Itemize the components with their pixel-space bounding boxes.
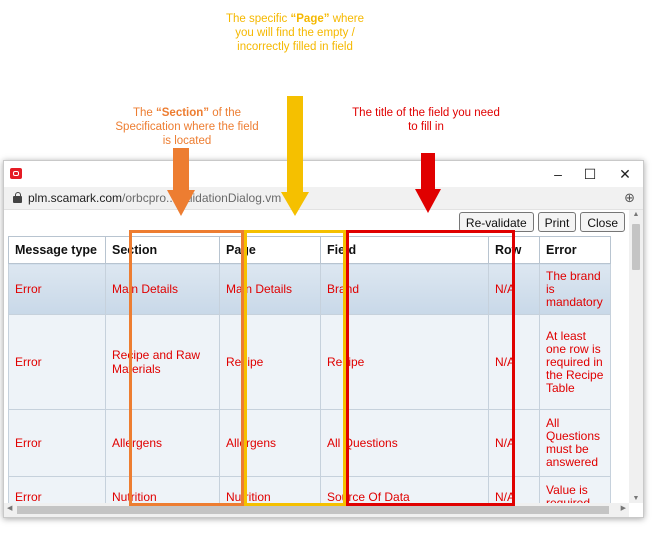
vertical-scroll-thumb[interactable] [632, 224, 640, 270]
minimize-button[interactable]: – [544, 164, 572, 184]
scroll-up-arrow-icon[interactable]: ▲ [629, 211, 643, 218]
url-text[interactable]: plm.scamark.com/orbcpro...ValidationDial… [28, 191, 281, 205]
cell-error: Value is required [539, 476, 611, 503]
header-error: Error [539, 236, 611, 264]
cell-message-type: Error [8, 409, 106, 477]
address-bar[interactable]: plm.scamark.com/orbcpro...ValidationDial… [4, 187, 643, 210]
annotation-page-pre: The specific [225, 13, 291, 25]
scroll-left-arrow-icon[interactable]: ◀ [7, 504, 12, 512]
page-column-highlight [244, 230, 346, 506]
maximize-button[interactable]: ☐ [576, 164, 604, 184]
page-arrow-head-icon [281, 192, 309, 216]
page-arrow-shaft [287, 96, 303, 194]
field-arrow-shaft [421, 153, 435, 191]
section-column-highlight [129, 230, 244, 506]
annotation-section: The “Section” of the Specification where… [112, 106, 262, 148]
cell-error: The brand is mandatory [539, 263, 611, 315]
print-button[interactable]: Print [537, 212, 577, 232]
field-column-highlight [346, 230, 515, 506]
section-arrow-shaft [173, 148, 189, 192]
title-bar: – ☐ ✕ [4, 161, 643, 187]
cell-message-type: Error [8, 476, 106, 503]
cell-message-type: Error [8, 314, 106, 410]
annotation-field: The title of the field you need to fill … [346, 106, 506, 134]
cell-error: All Questions must be answered [539, 409, 611, 477]
scroll-down-arrow-icon[interactable]: ▼ [629, 495, 643, 502]
close-window-button[interactable]: ✕ [611, 164, 639, 184]
annotation-field-text: The title of the field you need to fill … [352, 107, 500, 133]
section-arrow-head-icon [167, 190, 195, 216]
cell-message-type: Error [8, 263, 106, 315]
url-path: /orbcpro...ValidationDialog.vm [122, 191, 282, 205]
lock-icon [13, 192, 22, 203]
horizontal-scroll-thumb[interactable] [17, 506, 609, 514]
field-arrow-head-icon [415, 189, 441, 213]
zoom-icon[interactable]: ⊕ [624, 190, 635, 206]
annotation-section-bold: “Section” [156, 107, 210, 119]
close-button[interactable]: Close [580, 212, 625, 232]
annotation-page-bold: “Page” [290, 13, 330, 25]
opera-app-icon [10, 168, 22, 179]
vertical-scrollbar[interactable]: ▲ ▼ [629, 210, 643, 503]
annotation-section-pre: The [132, 107, 156, 119]
annotation-page: The specific “Page” where you will find … [225, 12, 365, 54]
url-host: plm.scamark.com [28, 191, 123, 205]
cell-error: At least one row is required in the Reci… [539, 314, 611, 410]
scroll-right-arrow-icon[interactable]: ▶ [621, 504, 626, 512]
revalidate-button[interactable]: Re-validate [458, 212, 534, 232]
header-message-type: Message type [8, 236, 106, 264]
